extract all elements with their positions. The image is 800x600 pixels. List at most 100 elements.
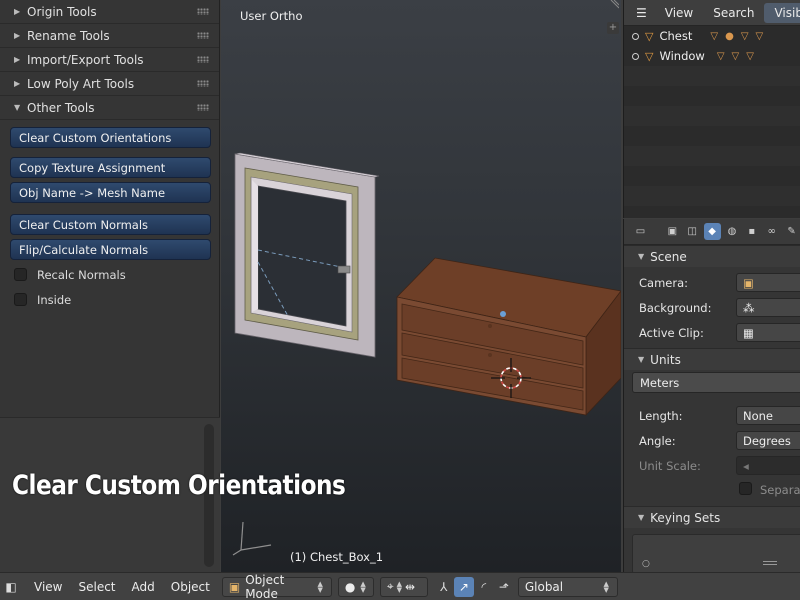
unit-system-dropdown[interactable]: Meters: [632, 372, 800, 393]
outliner-empty-row: [624, 186, 800, 206]
window-object[interactable]: [234, 152, 380, 358]
drag-grip-icon[interactable]: [197, 104, 209, 111]
render-layers-tab-icon[interactable]: ◫: [684, 223, 701, 240]
editor-type-icon[interactable]: ◧: [0, 577, 22, 597]
clear-custom-normals-button[interactable]: Clear Custom Normals: [10, 214, 211, 235]
active-object-label: (1) Chest_Box_1: [290, 550, 384, 564]
panel-origin-tools[interactable]: ▶ Origin Tools: [0, 0, 219, 24]
angle-dropdown[interactable]: Degrees: [736, 431, 800, 450]
select-menu[interactable]: Select: [70, 580, 123, 594]
panel-label: Other Tools: [27, 100, 95, 115]
dropdown-arrows-icon: ▲ ▼: [317, 579, 323, 594]
inside-checkbox[interactable]: [14, 293, 27, 306]
mesh-data-icon[interactable]: ▽: [710, 31, 718, 42]
clear-custom-orientations-button[interactable]: Clear Custom Orientations: [10, 127, 211, 148]
camera-label: Camera:: [639, 275, 689, 290]
outliner-empty-row: [624, 146, 800, 166]
separate-units-row: Separate: [624, 478, 800, 500]
separate-units-checkbox[interactable]: [739, 482, 752, 495]
object-icon: ▽: [645, 29, 654, 43]
row-icons: ▽ ● ▽ ▽: [710, 31, 763, 42]
keying-sets-panel-header[interactable]: ▼ Keying Sets: [624, 506, 800, 528]
drag-grip-icon[interactable]: [197, 32, 209, 39]
obj-name-to-mesh-name-button[interactable]: Obj Name -> Mesh Name: [10, 182, 211, 203]
viewport-header: ◧ View Select Add Object ▣ Object Mode ▲…: [0, 572, 800, 600]
expand-toggle-icon[interactable]: [632, 32, 639, 40]
editor-type-icon[interactable]: ▭: [632, 223, 649, 240]
collapsed-triangle-icon: ▶: [14, 55, 21, 64]
panel-import-export-tools[interactable]: ▶ Import/Export Tools: [0, 48, 219, 72]
background-field[interactable]: ⁂: [736, 298, 800, 317]
properties-editor: ▭ ▣ ◫ ◆ ◍ ▪ ∞ ✎ ▼ Scene Camera: ▣ Backgr…: [623, 219, 800, 574]
inside-checkbox-row[interactable]: Inside: [10, 289, 211, 310]
outliner-display-icon[interactable]: ☰: [624, 6, 655, 20]
drag-grip-icon[interactable]: [197, 8, 209, 15]
material-icon[interactable]: ●: [725, 31, 734, 42]
scale-manipulator-icon[interactable]: ⬏: [494, 577, 514, 597]
outliner-search-menu[interactable]: Search: [703, 6, 764, 20]
active-clip-field[interactable]: ▦: [736, 323, 800, 342]
panel-label: Import/Export Tools: [27, 52, 144, 67]
render-tab-icon[interactable]: ▣: [664, 223, 681, 240]
unit-scale-field[interactable]: ◂: [736, 456, 800, 475]
camera-object-icon: ▣: [743, 275, 754, 290]
object-tab-icon[interactable]: ▪: [743, 223, 760, 240]
outliner-header: ☰ View Search Visib: [624, 0, 800, 26]
modifier-icon[interactable]: ▽: [732, 51, 740, 62]
background-label: Background:: [639, 300, 712, 315]
modifier-icon[interactable]: ▽: [746, 51, 754, 62]
outliner-visible-layers-dropdown[interactable]: Visib: [764, 2, 800, 23]
transform-orientation-dropdown[interactable]: Global ▲ ▼: [517, 576, 618, 597]
pivot-dropdown[interactable]: ⌖ ▲ ▼ ⇹: [379, 576, 428, 597]
drag-grip-icon[interactable]: [197, 56, 209, 63]
outliner-view-menu[interactable]: View: [655, 6, 703, 20]
area-split-corner-icon[interactable]: [609, 0, 619, 10]
panel-label: Rename Tools: [27, 28, 110, 43]
flip-calculate-normals-button[interactable]: Flip/Calculate Normals: [10, 239, 211, 260]
outliner-object-name[interactable]: Window: [659, 49, 704, 63]
panel-low-poly-art-tools[interactable]: ▶ Low Poly Art Tools: [0, 72, 219, 96]
solid-shading-icon: ●: [344, 579, 356, 594]
panel-rename-tools[interactable]: ▶ Rename Tools: [0, 24, 219, 48]
list-resize-grip-icon[interactable]: [763, 561, 777, 565]
length-label: Length:: [639, 408, 683, 423]
active-clip-row: Active Clip: ▦: [624, 320, 800, 345]
outliner-row-window[interactable]: ▽ Window ▽ ▽ ▽: [624, 46, 800, 66]
expand-properties-icon[interactable]: +: [607, 22, 619, 34]
modifiers-tab-icon[interactable]: ✎: [783, 223, 800, 240]
units-panel-header[interactable]: ▼ Units: [624, 348, 800, 370]
mesh-data-icon[interactable]: ▽: [717, 51, 725, 62]
scene-tab-icon[interactable]: ◆: [703, 223, 721, 240]
rotate-manipulator-icon[interactable]: ◜: [474, 577, 494, 597]
length-dropdown[interactable]: None: [736, 406, 800, 425]
panel-other-tools[interactable]: ▼ Other Tools: [0, 96, 219, 120]
recalc-normals-checkbox-row[interactable]: Recalc Normals: [10, 264, 211, 285]
scene-panel-header[interactable]: ▼ Scene: [624, 245, 800, 267]
translate-manipulator-icon[interactable]: ↗: [453, 576, 474, 597]
object-menu[interactable]: Object: [163, 580, 218, 594]
modifier-icon[interactable]: ▽: [756, 31, 764, 42]
constraints-tab-icon[interactable]: ∞: [763, 223, 780, 240]
mode-dropdown[interactable]: ▣ Object Mode ▲ ▼: [221, 573, 332, 600]
camera-field[interactable]: ▣: [736, 273, 800, 292]
view-menu[interactable]: View: [22, 580, 70, 594]
expand-toggle-icon[interactable]: [632, 52, 639, 60]
separate-units-label: Separate: [760, 483, 800, 497]
angle-label: Angle:: [639, 433, 676, 448]
outliner-row-chest[interactable]: ▽ Chest ▽ ● ▽ ▽: [624, 26, 800, 46]
outliner-object-name[interactable]: Chest: [659, 29, 692, 43]
shading-dropdown[interactable]: ● ▲ ▼: [337, 576, 374, 597]
copy-texture-assignment-button[interactable]: Copy Texture Assignment: [10, 157, 211, 178]
axis-gizmo-icon: [232, 521, 272, 556]
modifier-icon[interactable]: ▽: [741, 31, 749, 42]
background-row: Background: ⁂: [624, 295, 800, 320]
world-tab-icon[interactable]: ◍: [724, 223, 741, 240]
drag-grip-icon[interactable]: [197, 80, 209, 87]
object-icon: ▽: [645, 49, 654, 63]
keying-sets-list[interactable]: ○: [632, 534, 800, 574]
chest-object[interactable]: [396, 257, 621, 417]
recalc-normals-checkbox[interactable]: [14, 268, 27, 281]
manipulator-axes-icon[interactable]: ⅄: [434, 577, 454, 597]
add-menu[interactable]: Add: [124, 580, 163, 594]
dropdown-arrows-icon: ▲ ▼: [360, 579, 366, 594]
